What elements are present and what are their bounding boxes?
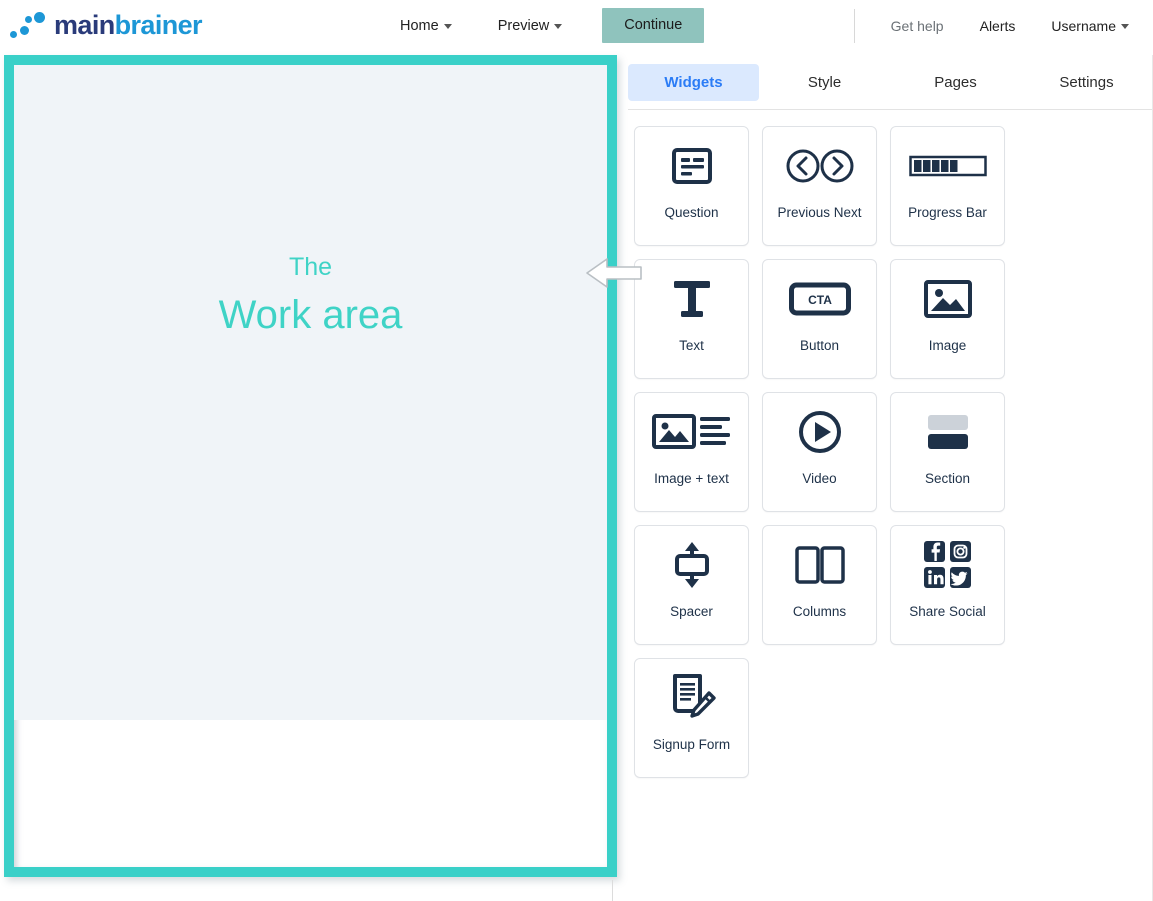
widget-label: Spacer [670,604,713,620]
spacer-vertical-arrows-icon [668,526,716,604]
brand-logo-main: main [54,10,115,40]
nav-item-alerts[interactable]: Alerts [966,12,1030,40]
widget-card-image-plus-text[interactable]: Image + text [634,392,749,512]
widget-card-text[interactable]: Text [634,259,749,379]
section-bars-icon [924,393,972,471]
widget-label: Text [679,338,704,354]
app-root: mainbrainer Home Preview Continue Get he… [0,0,1153,901]
nav-item-home-label: Home [400,18,439,34]
video-play-icon [796,393,844,471]
work-area-frame[interactable]: The Work area [4,55,617,877]
widget-label: Video [802,471,836,487]
widget-card-signup-form[interactable]: Signup Form [634,658,749,778]
chevron-down-icon [1121,24,1129,29]
svg-text:CTA: CTA [808,293,832,307]
chevron-down-icon [554,24,562,29]
nav-item-alerts-label: Alerts [980,18,1016,34]
work-area-line-1: The [14,251,607,283]
nav-item-username[interactable]: Username [1037,12,1143,40]
widget-grid: Question Previous Next [628,110,1098,778]
widget-label: Share Social [909,604,986,620]
work-area-placeholder-text: The Work area [14,251,607,341]
nav-item-get-help-label: Get help [891,18,944,34]
widget-label: Button [800,338,839,354]
tab-style[interactable]: Style [759,64,890,101]
tab-widgets[interactable]: Widgets [628,64,759,101]
widget-card-previous-next[interactable]: Previous Next [762,126,877,246]
top-navigation-bar: mainbrainer Home Preview Continue Get he… [0,0,1153,51]
work-area-canvas[interactable]: The Work area [14,65,607,720]
question-block-icon [669,127,715,205]
widget-card-spacer[interactable]: Spacer [634,525,749,645]
nav-divider [854,9,855,43]
widget-card-question[interactable]: Question [634,126,749,246]
nav-item-home[interactable]: Home [390,12,462,40]
work-area-bottom-guide [612,880,613,901]
widget-card-video[interactable]: Video [762,392,877,512]
panel-tabs: Widgets Style Pages Settings [628,55,1153,110]
nav-item-username-label: Username [1051,18,1116,34]
four-dots-diagonal-icon [10,11,48,39]
widget-card-columns[interactable]: Columns [762,525,877,645]
share-social-icon [923,526,973,604]
progress-bar-icon [909,127,987,205]
work-area-inner: The Work area [14,65,607,867]
tab-settings[interactable]: Settings [1021,64,1152,101]
widget-card-share-social[interactable]: Share Social [890,525,1005,645]
brand-logo[interactable]: mainbrainer [10,11,202,39]
nav-item-preview-label: Preview [498,18,550,34]
left-arrow-pointer-icon [585,256,643,290]
widget-label: Image [929,338,967,354]
right-panel: Widgets Style Pages Settings Question [628,55,1153,901]
cta-button-icon: CTA [789,260,851,338]
widget-card-progress-bar[interactable]: Progress Bar [890,126,1005,246]
text-t-icon [669,260,715,338]
widget-card-button[interactable]: CTA Button [762,259,877,379]
image-icon [923,260,973,338]
tab-pages[interactable]: Pages [890,64,1021,101]
widget-label: Previous Next [777,205,861,221]
widget-label: Image + text [654,471,729,487]
widget-label: Section [925,471,970,487]
continue-button[interactable]: Continue [602,8,704,43]
work-area-line-2: Work area [14,289,607,341]
previous-next-arrows-icon [785,127,855,205]
widget-card-image[interactable]: Image [890,259,1005,379]
brand-logo-text: mainbrainer [54,11,202,39]
chevron-down-icon [444,24,452,29]
image-plus-text-icon [652,393,732,471]
nav-item-preview[interactable]: Preview [488,12,573,40]
two-columns-icon [794,526,846,604]
nav-item-get-help[interactable]: Get help [877,12,958,40]
widget-label: Signup Form [653,737,730,753]
widget-label: Question [664,205,718,221]
widget-card-section[interactable]: Section [890,392,1005,512]
widget-label: Progress Bar [908,205,987,221]
widget-label: Columns [793,604,846,620]
nav-center-group: Home Preview Continue [390,0,704,51]
brand-logo-accent: brainer [115,10,202,40]
nav-right-group: Get help Alerts Username [854,0,1143,51]
signup-form-pencil-icon [666,659,718,737]
